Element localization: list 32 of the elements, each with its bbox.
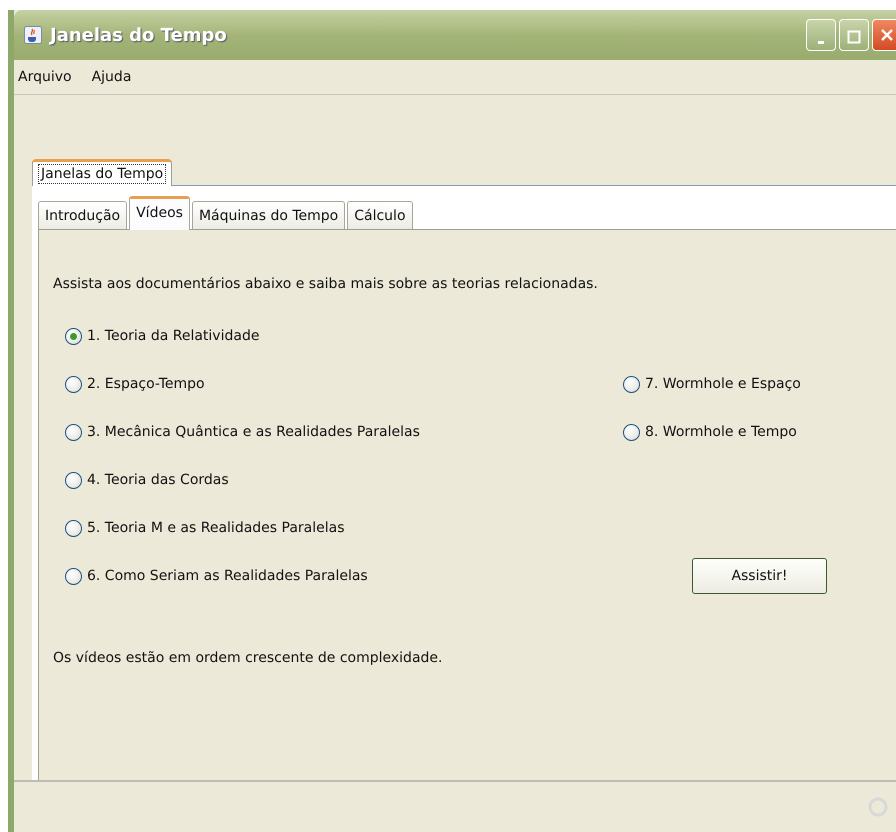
radio-label[interactable]: 8. Wormhole e Tempo <box>645 424 797 440</box>
radio-label[interactable]: 4. Teoria das Cordas <box>87 472 229 488</box>
radio-button[interactable] <box>65 520 82 536</box>
radio-button[interactable] <box>65 424 82 440</box>
radio-button[interactable] <box>65 328 82 344</box>
menu-item[interactable]: Arquivo <box>18 69 72 85</box>
window-title: Janelas do Tempo <box>50 24 227 46</box>
watch-button[interactable]: Assistir! <box>692 558 827 594</box>
radio-button[interactable] <box>65 568 82 584</box>
tab[interactable]: Introdução <box>38 201 128 229</box>
note-text: Os vídeos estão em ordem crescente de complexidade. <box>53 650 444 666</box>
minimize-icon <box>818 41 824 44</box>
close-icon <box>880 28 894 42</box>
close-button[interactable] <box>872 19 896 51</box>
radio-label[interactable]: 7. Wormhole e Espaço <box>645 376 801 392</box>
radio-label[interactable]: 2. Espaço-Tempo <box>87 376 205 392</box>
instruction-text: Assista aos documentários abaixo e saiba mais sobre as teorias relacionadas. <box>53 276 599 292</box>
tab[interactable]: Vídeos <box>129 196 190 230</box>
radio-button[interactable] <box>623 376 640 392</box>
maximize-icon <box>847 30 861 44</box>
radio-label[interactable]: 1. Teoria da Relatividade <box>87 328 260 344</box>
tab[interactable]: Cálculo <box>347 201 413 229</box>
menu-item[interactable]: Ajuda <box>92 69 132 85</box>
tab[interactable]: Máquinas do Tempo <box>192 201 346 229</box>
radio-button[interactable] <box>65 472 82 488</box>
radio-button[interactable] <box>623 424 640 440</box>
radio-label[interactable]: 3. Mecânica Quântica e as Realidades Paralelas <box>87 424 420 440</box>
radio-label[interactable]: 5. Teoria M e as Realidades Paralelas <box>87 520 345 536</box>
radio-label[interactable]: 6. Como Seriam as Realidades Paralelas <box>87 568 368 584</box>
coffee-cup-icon <box>24 26 42 44</box>
radio-button[interactable] <box>65 376 82 392</box>
tab[interactable]: Janelas do Tempo <box>32 159 172 186</box>
